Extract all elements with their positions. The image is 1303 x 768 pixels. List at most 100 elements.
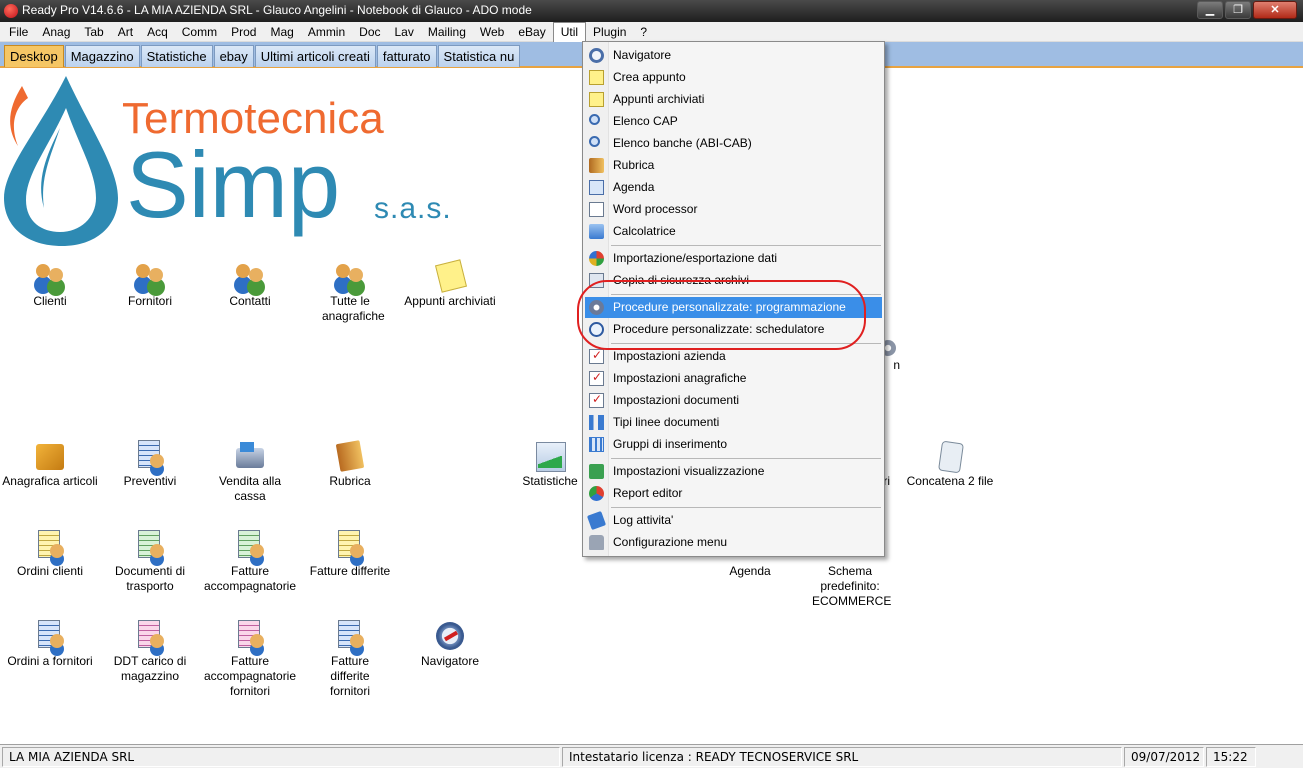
tab-ultimi-articoli[interactable]: Ultimi articoli creati: [254, 45, 376, 67]
desktop-icon-rubrica[interactable]: Rubrica: [302, 440, 398, 489]
menu-item-crea-appunto[interactable]: Crea appunto: [585, 67, 882, 88]
menu-item-agenda[interactable]: Agenda: [585, 177, 882, 198]
desktop-icon-fatture-accompagnatorie[interactable]: Fatture accompagnatorie: [202, 530, 298, 594]
menu-item-appunti-archiviati[interactable]: Appunti archiviati: [585, 89, 882, 110]
menu-mag[interactable]: Mag: [263, 22, 300, 42]
note-icon: [589, 70, 604, 85]
logo-line-2: Simp: [126, 132, 341, 237]
desktop-icon-ddt-carico[interactable]: DDT carico di magazzino: [102, 620, 198, 684]
menu-util[interactable]: Util: [552, 21, 587, 42]
checkmark-icon: [589, 464, 604, 479]
menu-item-elenco-banche[interactable]: Elenco banche (ABI-CAB): [585, 133, 882, 154]
logo-line-3: s.a.s.: [374, 192, 452, 225]
menu-help[interactable]: ?: [633, 22, 654, 42]
menu-item-impostazioni-azienda[interactable]: Impostazioni azienda: [585, 345, 882, 367]
menu-tab[interactable]: Tab: [77, 22, 110, 42]
menu-separator: [611, 343, 881, 344]
menu-item-impostazioni-visualizzazione[interactable]: Impostazioni visualizzazione: [585, 461, 882, 482]
desktop-icon-vendita-cassa[interactable]: Vendita alla cassa: [202, 440, 298, 504]
company-logo: Termotecnica Simp s.a.s.: [0, 68, 466, 248]
menu-ammin[interactable]: Ammin: [301, 22, 352, 42]
gear-icon: [589, 300, 604, 315]
tree-icon: [589, 415, 604, 430]
calculator-icon: [589, 224, 604, 239]
menu-item-navigatore[interactable]: Navigatore: [585, 45, 882, 66]
status-date: 09/07/2012: [1124, 747, 1204, 767]
menu-doc[interactable]: Doc: [352, 22, 387, 42]
magnifier-icon: [589, 136, 600, 147]
desktop-icon-appunti[interactable]: Appunti archiviati: [402, 260, 498, 309]
checklist-icon: [589, 367, 604, 388]
menu-prod[interactable]: Prod: [224, 22, 263, 42]
tab-statistica-nu[interactable]: Statistica nu: [437, 45, 521, 67]
status-bar: LA MIA AZIENDA SRL Intestatario licenza …: [0, 744, 1303, 768]
checklist-icon: [589, 345, 604, 366]
people-icon: [334, 260, 366, 292]
menu-item-procedure-schedulatore[interactable]: Procedure personalizzate: schedulatore: [585, 319, 882, 340]
menu-separator: [611, 458, 881, 459]
desktop-icon-fatture-differite[interactable]: Fatture differite: [302, 530, 398, 579]
menu-comm[interactable]: Comm: [175, 22, 224, 42]
menu-anag[interactable]: Anag: [35, 22, 77, 42]
menu-item-impostazioni-documenti[interactable]: Impostazioni documenti: [585, 389, 882, 411]
desktop-icon-concatena[interactable]: Concatena 2 file: [902, 440, 998, 489]
document-icon: [134, 440, 166, 472]
compass-icon: [434, 620, 466, 652]
title-bar: Ready Pro V14.6.6 - LA MIA AZIENDA SRL -…: [0, 0, 1303, 22]
menu-plugin[interactable]: Plugin: [586, 22, 633, 42]
people-icon: [134, 260, 166, 292]
document-icon: [334, 530, 366, 562]
menu-ebay[interactable]: eBay: [511, 22, 552, 42]
menu-item-rubrica[interactable]: Rubrica: [585, 155, 882, 176]
menu-mailing[interactable]: Mailing: [421, 22, 473, 42]
menu-item-import-export[interactable]: Importazione/esportazione dati: [585, 248, 882, 269]
desktop-icon-fornitori[interactable]: Fornitori: [102, 260, 198, 309]
status-license: Intestatario licenza : READY TECNOSERVIC…: [562, 747, 1122, 767]
menu-art[interactable]: Art: [111, 22, 140, 42]
menu-item-gruppi-inserimento[interactable]: Gruppi di inserimento: [585, 434, 882, 455]
menu-item-impostazioni-anagrafiche[interactable]: Impostazioni anagrafiche: [585, 367, 882, 389]
menu-item-log-attivita[interactable]: Log attivita': [585, 510, 882, 531]
desktop-icon-contatti[interactable]: Contatti: [202, 260, 298, 309]
desktop-icon-preventivi[interactable]: Preventivi: [102, 440, 198, 489]
report-icon: [589, 486, 604, 501]
menu-acq[interactable]: Acq: [140, 22, 175, 42]
desktop-icon-fatture-diff-fornitori[interactable]: Fatture differite fornitori: [302, 620, 398, 699]
tab-statistiche[interactable]: Statistiche: [140, 45, 213, 67]
window-controls: ▁ ❐ ✕: [1197, 1, 1297, 19]
menu-item-procedure-programmazione[interactable]: Procedure personalizzate: programmazione: [585, 297, 882, 318]
desktop-icon-documenti-trasporto[interactable]: Documenti di trasporto: [102, 530, 198, 594]
address-book-icon: [334, 440, 366, 472]
menu-item-copia-sicurezza[interactable]: Copia di sicurezza archivi: [585, 270, 882, 291]
menu-item-configurazione-menu[interactable]: Configurazione menu: [585, 532, 882, 553]
people-icon: [34, 260, 66, 292]
desktop-icon-ordini-clienti[interactable]: Ordini clienti: [2, 530, 98, 579]
menu-separator: [611, 294, 881, 295]
menu-item-tipi-linee[interactable]: Tipi linee documenti: [585, 412, 882, 433]
note-icon: [434, 260, 466, 292]
menu-lav[interactable]: Lav: [388, 22, 421, 42]
minimize-button[interactable]: ▁: [1197, 1, 1223, 19]
menu-item-word-processor[interactable]: Word processor: [585, 199, 882, 220]
menu-item-calcolatrice[interactable]: Calcolatrice: [585, 221, 882, 242]
cash-register-icon: [234, 440, 266, 472]
desktop-icon-navigatore[interactable]: Navigatore: [402, 620, 498, 669]
maximize-button[interactable]: ❐: [1225, 1, 1251, 19]
tab-desktop[interactable]: Desktop: [4, 45, 64, 67]
close-button[interactable]: ✕: [1253, 1, 1297, 19]
menu-web[interactable]: Web: [473, 22, 511, 42]
menu-item-elenco-cap[interactable]: Elenco CAP: [585, 111, 882, 132]
desktop-icon-ordini-fornitori[interactable]: Ordini a fornitori: [2, 620, 98, 669]
desktop-icon-fatture-acc-fornitori[interactable]: Fatture accompagnatorie fornitori: [202, 620, 298, 699]
menu-file[interactable]: File: [2, 22, 35, 42]
tab-fatturato[interactable]: fatturato: [376, 45, 437, 67]
checklist-icon: [589, 389, 604, 410]
desktop-icon-clienti[interactable]: Clienti: [2, 260, 98, 309]
tab-ebay[interactable]: ebay: [213, 45, 254, 67]
document-icon: [234, 530, 266, 562]
desktop-icon-tutte-anagrafiche[interactable]: Tutte le anagrafiche: [302, 260, 398, 324]
status-time: 15:22: [1206, 747, 1256, 767]
tab-magazzino[interactable]: Magazzino: [64, 45, 140, 67]
menu-item-report-editor[interactable]: Report editor: [585, 483, 882, 504]
desktop-icon-anagrafica-articoli[interactable]: Anagrafica articoli: [2, 440, 98, 489]
